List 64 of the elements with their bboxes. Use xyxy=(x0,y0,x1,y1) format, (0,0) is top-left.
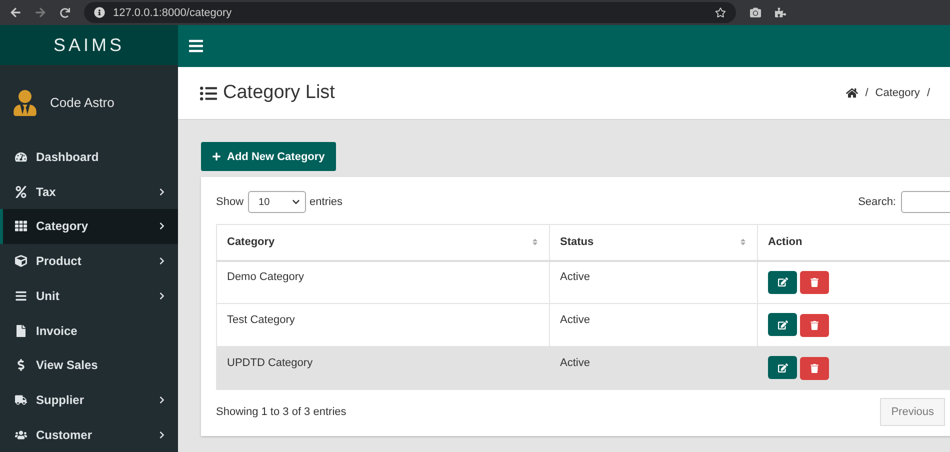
sidebar-item[interactable]: View Sales xyxy=(0,348,178,383)
reload-icon[interactable] xyxy=(60,8,70,18)
table-cell: Active xyxy=(550,304,758,346)
user-avatar-icon xyxy=(12,90,38,116)
sidebar-item[interactable]: Unit xyxy=(0,278,178,314)
delete-button[interactable] xyxy=(800,271,829,294)
users-icon xyxy=(15,428,27,441)
breadcrumb-item: / xyxy=(926,87,930,99)
table-cell: Active xyxy=(550,346,758,390)
sidebar-item[interactable]: Dashboard xyxy=(0,140,178,174)
table-cell: Demo Category xyxy=(216,260,550,304)
sidebar-item[interactable]: Invoice xyxy=(0,313,178,348)
trash-icon xyxy=(810,364,819,373)
dollar-icon xyxy=(15,359,27,372)
edit-button[interactable] xyxy=(768,270,797,294)
edit-icon xyxy=(778,362,788,373)
file-icon xyxy=(15,324,27,337)
percent-icon xyxy=(15,186,27,198)
trash-icon xyxy=(810,278,819,287)
plus-icon xyxy=(212,152,221,161)
breadcrumb-item: / xyxy=(865,87,868,99)
edit-icon xyxy=(778,277,788,287)
caret-icon xyxy=(292,198,300,206)
truck-icon xyxy=(15,394,27,406)
menu-icon[interactable] xyxy=(188,38,204,54)
back-icon[interactable] xyxy=(10,7,21,18)
delete-button[interactable] xyxy=(800,314,829,337)
sidebar-item[interactable]: Product xyxy=(0,244,178,279)
add-category-button[interactable]: Add New Category xyxy=(201,142,336,171)
address-bar[interactable]: 127.0.0.1:8000/category xyxy=(84,2,736,23)
gauge-icon xyxy=(15,151,27,164)
star-icon[interactable] xyxy=(715,7,726,18)
info-icon[interactable] xyxy=(94,7,105,18)
table-cell: UPDTD Category xyxy=(216,346,550,390)
list-icon xyxy=(15,290,27,302)
page-title: Category List xyxy=(200,82,335,104)
sidebar-item[interactable]: Category xyxy=(0,209,178,244)
sidebar-item[interactable]: Tax xyxy=(0,174,178,210)
entries-label: entries xyxy=(310,196,343,208)
show-label: Show xyxy=(216,196,244,208)
puzzle-icon[interactable] xyxy=(775,7,786,18)
table-cell: Active xyxy=(550,260,758,304)
home-icon[interactable] xyxy=(846,87,858,99)
brand-logo: SAIMS xyxy=(0,25,178,66)
list-icon xyxy=(200,84,217,102)
forward-icon[interactable] xyxy=(35,7,46,18)
cube-icon xyxy=(15,255,27,268)
page-size-select[interactable]: 10 xyxy=(248,191,306,213)
breadcrumb-item: Category xyxy=(875,87,920,99)
previous-button[interactable]: Previous xyxy=(880,398,945,426)
search-label: Search: xyxy=(858,196,896,208)
table-cell: Test Category xyxy=(216,304,550,346)
edit-button[interactable] xyxy=(768,356,797,380)
edit-button[interactable] xyxy=(768,313,797,336)
edit-icon xyxy=(778,320,788,330)
trash-icon xyxy=(810,320,819,330)
table-info: Showing 1 to 3 of 3 entries xyxy=(216,406,346,418)
user-name: Code Astro xyxy=(50,95,114,110)
sidebar-item[interactable]: Customer xyxy=(0,417,178,452)
search-field[interactable] xyxy=(901,191,950,213)
camera-icon[interactable] xyxy=(750,7,761,18)
delete-button[interactable] xyxy=(800,356,829,380)
sidebar-item[interactable]: Supplier xyxy=(0,382,178,418)
grid-icon xyxy=(15,220,27,232)
